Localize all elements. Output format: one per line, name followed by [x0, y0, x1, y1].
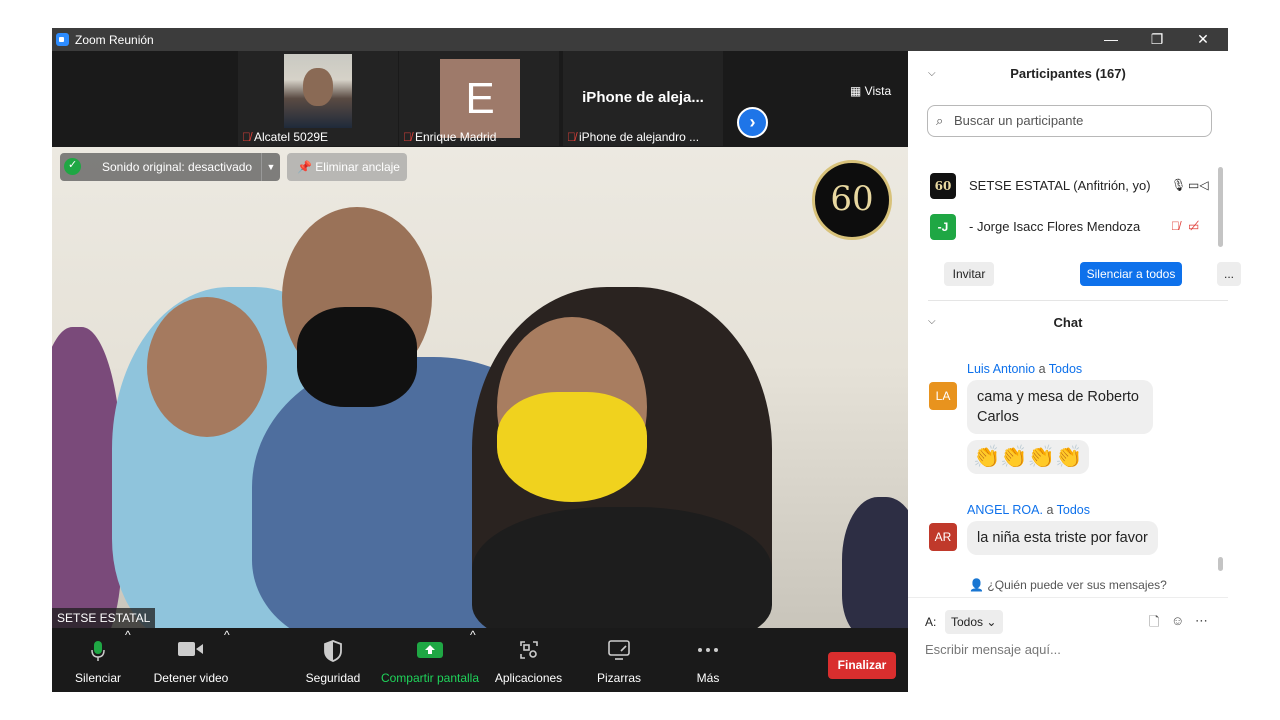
chat-header: Chat	[1053, 315, 1083, 330]
chevron-down-icon: ⌄	[983, 615, 997, 629]
mic-muted-icon: 🎙̸	[403, 130, 412, 144]
grid-icon: ▦	[850, 84, 865, 98]
avatar: AR	[929, 523, 957, 551]
participants-more-button[interactable]: ...	[1217, 262, 1241, 286]
main-video: Sonido original: desactivado ▼ 📌 Elimina…	[52, 147, 908, 628]
restore-button[interactable]: ❐	[1134, 28, 1180, 51]
participants-header: Participantes (167)	[1010, 66, 1126, 81]
meeting-toolbar: Silenciar ^ Detener video ^ Seguridad Co…	[52, 628, 908, 692]
more-button[interactable]: Más	[682, 628, 734, 692]
window-title: Zoom Reunión	[75, 33, 154, 47]
video-options-chevron-icon[interactable]: ^	[224, 628, 230, 692]
microphone-icon[interactable]: 🎙	[1171, 178, 1186, 192]
chat-message-emoji: 👏👏👏👏	[967, 440, 1089, 474]
speaker-name-tag: SETSE ESTATAL	[52, 608, 156, 628]
divider	[908, 597, 1228, 598]
anniversary-logo: 60	[812, 160, 892, 240]
video-person	[497, 392, 647, 502]
more-dots-icon[interactable]: ⋯	[1195, 613, 1208, 629]
video-area: 🎙̸ Alcatel 5029E E 🎙̸ Enrique Madrid iPhon…	[52, 51, 908, 628]
mic-muted-icon: 🎙̸	[242, 130, 251, 144]
mic-muted-icon[interactable]: 🎙̸	[1171, 219, 1180, 233]
video-person	[147, 297, 267, 437]
mic-muted-icon: 🎙̸	[567, 130, 576, 144]
participant-thumbnail[interactable]: 🎙̸ Alcatel 5029E	[238, 51, 398, 146]
video-person	[472, 507, 772, 628]
invite-button[interactable]: Invitar	[944, 262, 994, 286]
participant-search-input[interactable]: ⌕ Buscar un participante	[927, 105, 1212, 137]
divider	[928, 300, 1228, 301]
participant-avatar: E	[440, 59, 520, 138]
chat-message: la niña esta triste por favor	[967, 521, 1158, 555]
thumbnail-name: iPhone de alejandro ...	[579, 130, 700, 144]
whiteboard-icon	[608, 640, 630, 662]
shield-check-icon	[64, 158, 81, 175]
security-button[interactable]: Seguridad	[302, 628, 364, 692]
message-header: Luis Antonio a Todos	[967, 362, 1083, 376]
close-button[interactable]: ✕	[1180, 28, 1226, 51]
pin-icon: 📌	[297, 160, 316, 174]
avatar: 60	[930, 173, 956, 199]
recipient-select[interactable]: Todos ⌄	[945, 610, 1003, 634]
thumbnail-name: Enrique Madrid	[415, 130, 497, 144]
view-button[interactable]: ▦ Vista	[850, 84, 891, 98]
participant-video	[284, 54, 352, 128]
participant-big-name: iPhone de aleja...	[582, 89, 704, 106]
audio-options-chevron-icon[interactable]: ^	[125, 628, 131, 692]
mute-button[interactable]: Silenciar	[68, 628, 128, 692]
chevron-down-icon[interactable]: ▼	[261, 153, 280, 181]
sender-name: ANGEL ROA.	[967, 503, 1043, 517]
participant-name: - Jorge Isacc Flores Mendoza	[969, 219, 1141, 234]
sound-status: Sonido original: desactivado	[102, 160, 253, 174]
whiteboards-button[interactable]: Pizarras	[589, 628, 649, 692]
participant-thumbnail[interactable]: iPhone de aleja... 🎙̸ iPhone de alejandro…	[563, 51, 723, 146]
apps-button[interactable]: Aplicaciones	[492, 628, 565, 692]
video-camera-icon[interactable]: ▭◁	[1188, 178, 1209, 192]
minimize-button[interactable]: —	[1088, 28, 1134, 51]
participants-scrollbar[interactable]	[1218, 167, 1223, 247]
participant-name: SETSE ESTATAL (Anfitrión, yo)	[969, 178, 1151, 193]
who-can-see-link[interactable]: 👤 ¿Quién puede ver sus mensajes?	[908, 578, 1228, 592]
original-sound-toggle[interactable]: Sonido original: desactivado ▼	[60, 153, 280, 181]
end-meeting-button[interactable]: Finalizar	[828, 652, 896, 679]
video-camera-icon	[178, 640, 204, 662]
participant-thumbnail[interactable]: E 🎙̸ Enrique Madrid	[399, 51, 559, 146]
apps-icon	[519, 640, 539, 662]
sender-name: Luis Antonio	[967, 362, 1036, 376]
participant-row[interactable]: -J - Jorge Isacc Flores Mendoza 🎙̸ ▭̸	[928, 210, 1218, 244]
side-panel: ⌵ Participantes (167) ⌕ Buscar un partic…	[908, 51, 1241, 692]
zoom-window: Zoom Reunión — ❐ ✕ 🎙̸ Alcatel 5029E E 🎙̸ E…	[52, 28, 1241, 692]
mute-all-button[interactable]: Silenciar a todos	[1080, 262, 1182, 286]
search-icon: ⌕	[936, 113, 944, 128]
person-icon: 👤	[969, 578, 988, 592]
video-person	[297, 307, 417, 407]
share-screen-button[interactable]: Compartir pantalla	[380, 628, 480, 692]
thumbnail-name: Alcatel 5029E	[254, 130, 329, 144]
emoji-icon[interactable]: ☺	[1171, 613, 1184, 628]
recipient-name: Todos	[1056, 503, 1090, 517]
share-options-chevron-icon[interactable]: ^	[470, 628, 476, 692]
video-off-icon[interactable]: ▭̸	[1188, 219, 1199, 233]
shield-icon	[324, 640, 342, 662]
file-icon[interactable]: 🗋	[1149, 613, 1159, 635]
title-bar: Zoom Reunión — ❐ ✕	[52, 28, 1228, 51]
unpin-button[interactable]: 📌 Eliminar anclaje	[287, 153, 407, 181]
participant-row[interactable]: 60 SETSE ESTATAL (Anfitrión, yo) 🎙 ▭◁	[928, 169, 1218, 203]
chat-message: cama y mesa de Roberto Carlos	[967, 380, 1153, 434]
zoom-app-icon	[56, 33, 69, 46]
microphone-icon	[90, 640, 106, 662]
thumbnail-strip: 🎙̸ Alcatel 5029E E 🎙̸ Enrique Madrid iPhon…	[52, 51, 908, 147]
stop-video-button[interactable]: Detener video	[150, 628, 232, 692]
message-header: ANGEL ROA. a Todos	[967, 503, 1090, 517]
next-page-arrow-icon[interactable]: ›	[737, 107, 768, 138]
avatar: LA	[929, 382, 957, 410]
recipient-name: Todos	[1048, 362, 1083, 376]
avatar: -J	[930, 214, 956, 240]
more-dots-icon	[697, 640, 719, 662]
share-screen-icon	[417, 640, 443, 662]
video-person	[842, 497, 908, 628]
recipient-label: A:	[925, 615, 937, 629]
chat-scrollbar[interactable]	[1218, 557, 1223, 571]
chat-message-input[interactable]: Escribir mensaje aquí...	[925, 642, 1061, 657]
